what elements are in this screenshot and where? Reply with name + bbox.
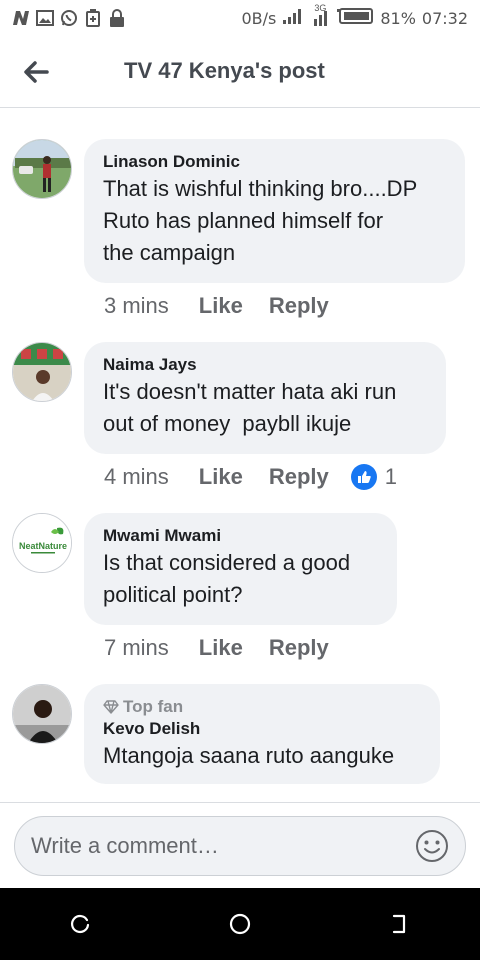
comment-text-line: That is wishful thinking bro....DP <box>103 176 418 201</box>
battery-icon <box>336 7 374 30</box>
home-button[interactable] <box>220 904 260 944</box>
like-button[interactable]: Like <box>199 464 243 490</box>
network-3g-icon: 3G <box>312 3 330 27</box>
reply-button[interactable]: Reply <box>269 293 329 319</box>
smiley-icon <box>416 830 448 862</box>
avatar[interactable] <box>12 139 72 199</box>
like-button[interactable]: Like <box>199 293 243 319</box>
reaction-count-value: 1 <box>384 464 397 489</box>
status-icons-left <box>12 9 126 27</box>
comment-text-line: Mtangoja saana ruto aanguke <box>103 743 395 768</box>
comment-text: Is that considered a good political poin… <box>103 547 377 611</box>
comment-text-line: out of money paybll ikuje <box>103 411 352 436</box>
comment-actions: 4 mins Like Reply 1 <box>104 464 397 490</box>
data-speed: 0B/s <box>241 8 277 28</box>
comment-author[interactable]: Kevo Delish <box>103 718 420 740</box>
comment-input[interactable] <box>31 833 415 859</box>
comment-text: It's doesn't matter hata aki run out of … <box>103 376 426 440</box>
comment-text-line: Ruto has planned himself for <box>103 208 384 233</box>
back-button[interactable] <box>18 54 54 90</box>
diamond-icon <box>103 700 119 714</box>
brand-logo-text: NeatNature <box>19 541 67 551</box>
avatar[interactable] <box>12 342 72 402</box>
recent-apps-icon <box>70 914 90 934</box>
signal-icon <box>282 7 306 30</box>
comment-text: Mtangoja saana ruto aanguke <box>103 740 420 772</box>
clock: 07:32 <box>421 8 468 28</box>
system-nav-bar <box>0 888 480 960</box>
comment-bubble[interactable]: Mwami Mwami Is that considered a good po… <box>84 513 397 625</box>
comment-text-line: Is that considered a good <box>103 550 351 575</box>
comment-composer[interactable] <box>14 816 466 876</box>
comment-time[interactable]: 3 mins <box>104 293 169 319</box>
status-icons-right: 0B/s 3G 81% 07:32 <box>241 3 468 30</box>
top-fan-badge: Top fan <box>103 696 420 718</box>
back-nav-icon <box>392 914 406 934</box>
comment-time[interactable]: 4 mins <box>104 464 169 490</box>
emoji-button[interactable] <box>415 829 449 863</box>
page-title: TV 47 Kenya's post <box>124 58 325 83</box>
like-button[interactable]: Like <box>199 635 243 661</box>
comment-author[interactable]: Mwami Mwami <box>103 525 377 547</box>
recent-apps-button[interactable] <box>60 904 100 944</box>
reply-button[interactable]: Reply <box>269 464 329 490</box>
comment-bubble[interactable]: Naima Jays It's doesn't matter hata aki … <box>84 342 446 454</box>
back-nav-button[interactable] <box>380 904 420 944</box>
post-header: TV 47 Kenya's post <box>0 36 480 108</box>
comment-author[interactable]: Naima Jays <box>103 354 426 376</box>
comment-actions: 7 mins Like Reply <box>104 635 329 661</box>
reaction-count[interactable]: 1 <box>350 464 397 490</box>
comment-text-line: It's doesn't matter hata aki run <box>103 379 397 404</box>
divider <box>0 802 480 803</box>
battery-saver-icon <box>84 9 102 27</box>
top-fan-label: Top fan <box>123 697 184 716</box>
comment-author[interactable]: Linason Dominic <box>103 151 445 173</box>
n-icon <box>12 10 30 26</box>
comment-actions: 3 mins Like Reply <box>104 293 329 319</box>
comment-text: That is wishful thinking bro....DP Ruto … <box>103 173 445 269</box>
reply-button[interactable]: Reply <box>269 635 329 661</box>
arrow-left-icon <box>24 61 49 83</box>
comment-text-line: political point? <box>103 582 243 607</box>
status-bar: 0B/s 3G 81% 07:32 <box>0 0 480 36</box>
thumbs-up-icon <box>350 464 377 490</box>
whatsapp-icon <box>60 10 78 26</box>
avatar[interactable] <box>12 684 72 744</box>
home-circle-icon <box>229 913 251 935</box>
comment-bubble[interactable]: Linason Dominic That is wishful thinking… <box>84 139 465 283</box>
comment-bubble[interactable]: Top fan Kevo Delish Mtangoja saana ruto … <box>84 684 440 784</box>
comment-text-line: the campaign <box>103 240 236 265</box>
lock-icon <box>108 9 126 27</box>
gallery-icon <box>36 10 54 26</box>
comment-time[interactable]: 7 mins <box>104 635 169 661</box>
network-type: 3G <box>314 3 327 13</box>
battery-level: 81% <box>380 8 416 28</box>
avatar[interactable]: NeatNature <box>12 513 72 573</box>
